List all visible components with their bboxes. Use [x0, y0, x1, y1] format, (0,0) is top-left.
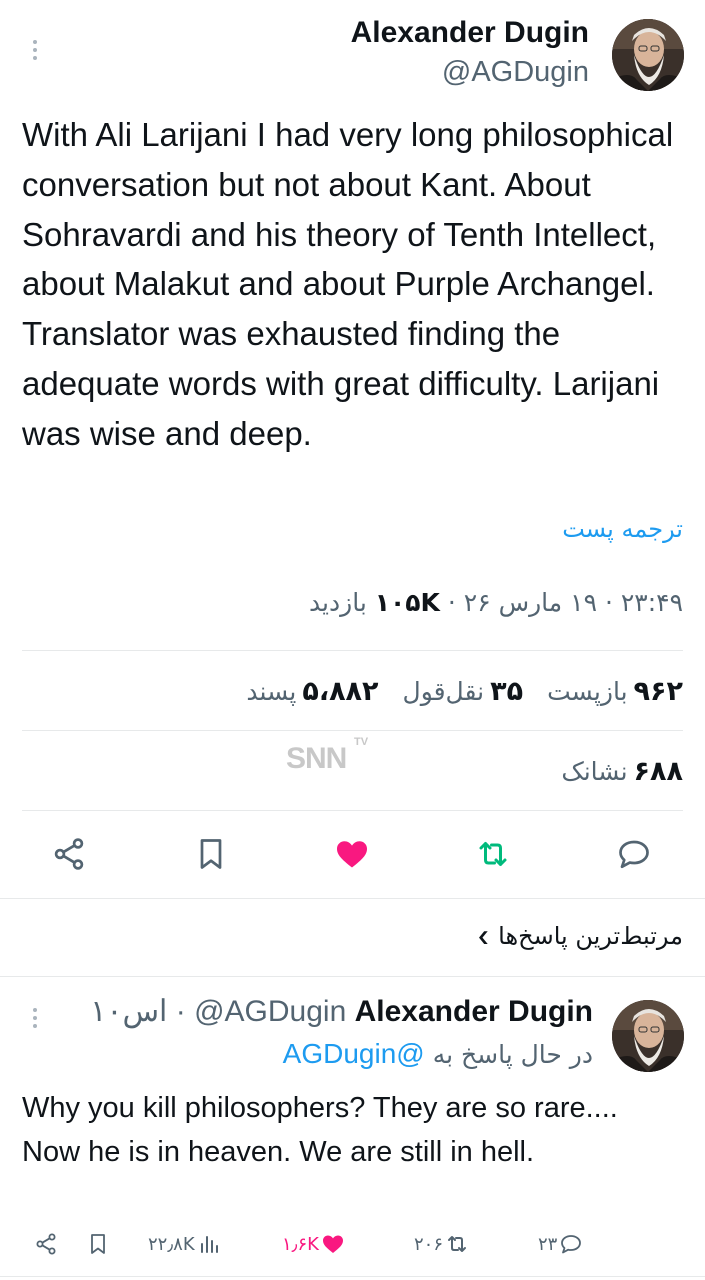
replying-mention[interactable]: @AGDugin — [283, 1038, 425, 1069]
reply-author-handle[interactable]: @AGDugin — [194, 995, 346, 1028]
divider — [0, 898, 705, 899]
reply-separator: · — [175, 995, 186, 1028]
reply-more-options-icon[interactable] — [30, 1004, 40, 1032]
replying-label: در حال پاسخ به — [432, 1040, 593, 1069]
tweet-time[interactable]: ۲۳:۴۹ — [621, 588, 683, 617]
heart-filled-icon — [322, 1235, 343, 1253]
views-count: ۱۰۵K — [374, 588, 440, 617]
quotes-count: ۳۵ — [490, 676, 524, 707]
replying-to: در حال پاسخ به @AGDugin — [283, 1038, 593, 1070]
meta-separator: · — [604, 588, 613, 617]
watermark-logo: SNN TV — [286, 736, 368, 776]
reply-author-name[interactable]: Alexander Dugin — [355, 995, 593, 1028]
views-label: بازدید — [308, 588, 367, 617]
watermark-text: SNN — [286, 742, 347, 775]
likes-label: پسند — [246, 677, 297, 706]
repost-icon[interactable] — [471, 832, 515, 876]
reply-icon[interactable] — [612, 832, 656, 876]
reply-header: ۱۰اس · @AGDugin Alexander Dugin — [90, 994, 593, 1029]
reply-views[interactable]: ۲۲٫۸K — [148, 1232, 221, 1256]
reposts-count: ۹۶۲ — [633, 676, 683, 707]
avatar[interactable] — [612, 19, 684, 91]
bookmarks-count: ۶۸۸ — [633, 756, 683, 787]
likes-count: ۵،۸۸۲ — [302, 676, 379, 707]
reply-text: Why you kill philosophers? They are so r… — [22, 1092, 618, 1168]
likes-stat[interactable]: ۵،۸۸۲پسند — [246, 676, 378, 707]
bookmark-icon[interactable] — [189, 832, 233, 876]
watermark-sub: TV — [354, 736, 369, 748]
reposts-label: بازپست — [547, 677, 628, 706]
heart-filled-icon[interactable] — [330, 832, 374, 876]
divider — [22, 810, 683, 811]
divider — [22, 730, 683, 731]
tweet-author[interactable]: Alexander Dugin @AGDugin — [351, 16, 589, 89]
quotes-stat[interactable]: ۳۵نقل‌قول — [403, 676, 524, 707]
reply-likes-count: ۱٫۶K — [282, 1233, 319, 1255]
views-icon — [200, 1236, 218, 1253]
reply-repost-button[interactable]: ۲۰۶ — [414, 1232, 469, 1256]
repost-icon — [448, 1236, 467, 1252]
divider — [0, 976, 705, 977]
author-name[interactable]: Alexander Dugin — [351, 16, 589, 50]
reply-share-button[interactable] — [34, 1232, 58, 1256]
meta-separator: · — [447, 588, 456, 617]
reply-reply-button[interactable]: ۲۳ — [538, 1232, 583, 1256]
bookmark-icon — [91, 1234, 105, 1254]
reply-like-button[interactable]: ۱٫۶K — [282, 1232, 345, 1256]
more-options-icon[interactable] — [30, 36, 40, 64]
reply-views-count: ۲۲٫۸K — [148, 1233, 195, 1255]
related-label: مرتبط‌ترین پاسخ‌ها — [498, 922, 683, 950]
tweet-text: With Ali Larijani I had very long philos… — [22, 116, 674, 452]
bookmarks-stat[interactable]: ۶۸۸نشانک — [561, 756, 683, 787]
author-handle[interactable]: @AGDugin — [351, 56, 589, 89]
tweet-date[interactable]: ۱۹ مارس ۲۶ — [464, 588, 597, 617]
translate-post-link[interactable]: ترجمه پست — [562, 515, 683, 543]
divider — [22, 650, 683, 651]
reply-replies-count: ۲۳ — [538, 1233, 558, 1255]
divider — [0, 1276, 705, 1277]
reply-icon — [561, 1235, 582, 1254]
reposts-stat[interactable]: ۹۶۲بازپست — [547, 676, 683, 707]
engagement-stats: ۹۶۲بازپست ۳۵نقل‌قول ۵،۸۸۲پسند — [246, 676, 683, 707]
tweet-meta: ۲۳:۴۹ · ۱۹ مارس ۲۶ · ۱۰۵K بازدید — [309, 588, 683, 617]
reply-bookmark-button[interactable] — [86, 1232, 110, 1256]
reply-time[interactable]: ۱۰اس — [90, 995, 167, 1028]
sort-replies-dropdown[interactable]: مرتبط‌ترین پاسخ‌ها ❯ — [477, 922, 683, 950]
reply-reposts-count: ۲۰۶ — [414, 1233, 444, 1255]
reply-avatar[interactable] — [612, 1000, 684, 1072]
bookmarks-label: نشانک — [561, 757, 628, 786]
chevron-down-icon: ❯ — [476, 928, 491, 944]
share-icon[interactable] — [47, 832, 91, 876]
share-icon — [36, 1233, 56, 1255]
quotes-label: نقل‌قول — [402, 677, 485, 706]
